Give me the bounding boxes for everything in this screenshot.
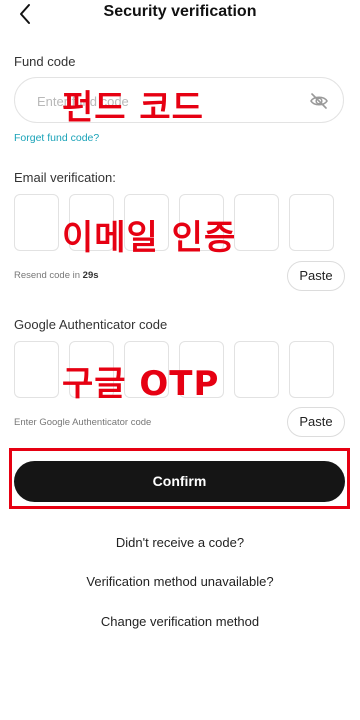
email-code-digit[interactable] — [179, 194, 224, 251]
verification-unavailable-link[interactable]: Verification method unavailable? — [0, 574, 360, 589]
forget-fund-code-link[interactable]: Forget fund code? — [14, 132, 99, 144]
email-code-digit[interactable] — [124, 194, 169, 251]
google-code-boxes[interactable] — [14, 341, 334, 398]
email-code-digit[interactable] — [69, 194, 114, 251]
email-code-digit[interactable] — [14, 194, 59, 251]
fund-code-input[interactable] — [35, 90, 299, 112]
fund-code-field[interactable] — [14, 77, 344, 123]
resend-seconds: 29s — [82, 270, 99, 281]
google-auth-label: Google Authenticator code — [14, 317, 168, 332]
google-paste-button[interactable]: Paste — [287, 407, 345, 437]
email-code-digit[interactable] — [234, 194, 279, 251]
confirm-button[interactable]: Confirm — [14, 461, 345, 502]
eye-off-icon — [310, 93, 328, 109]
email-paste-button[interactable]: Paste — [287, 261, 345, 291]
google-code-digit[interactable] — [234, 341, 279, 398]
page-title: Security verification — [103, 3, 257, 20]
change-verification-method-link[interactable]: Change verification method — [0, 614, 360, 629]
resend-countdown: Resend code in 29s — [14, 270, 99, 281]
google-code-digit[interactable] — [124, 341, 169, 398]
google-auth-hint: Enter Google Authenticator code — [14, 417, 152, 428]
email-verification-label: Email verification: — [14, 170, 116, 185]
google-code-digit[interactable] — [14, 341, 59, 398]
email-code-boxes[interactable] — [14, 194, 334, 251]
visibility-toggle[interactable] — [309, 91, 329, 111]
google-code-digit[interactable] — [179, 341, 224, 398]
didnt-receive-code-link[interactable]: Didn't receive a code? — [0, 535, 360, 550]
google-code-digit[interactable] — [289, 341, 334, 398]
resend-text: Resend code in — [14, 270, 83, 281]
fund-code-label: Fund code — [14, 54, 76, 69]
google-code-digit[interactable] — [69, 341, 114, 398]
email-code-digit[interactable] — [289, 194, 334, 251]
